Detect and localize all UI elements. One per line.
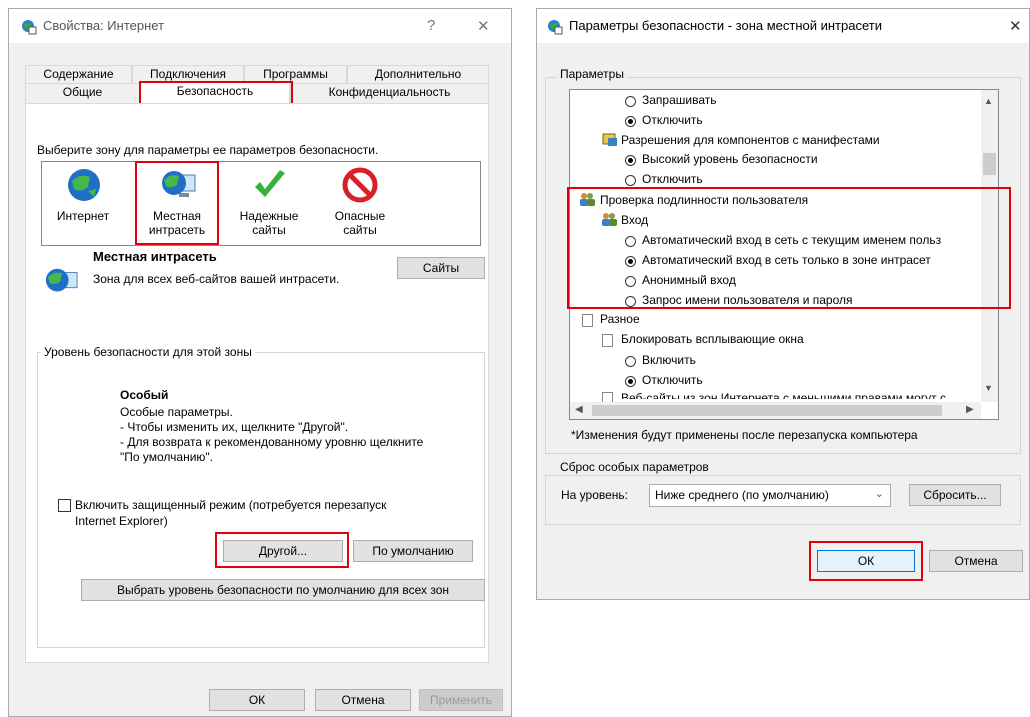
internet-globe-icon [68,169,100,201]
intranet-security-settings-window: Параметры безопасности - зона местной ин… [536,8,1030,600]
tree-item-user-auth: Проверка подлинности пользователя [600,193,809,207]
window-title: Параметры безопасности - зона местной ин… [569,18,882,33]
trusted-checkmark-icon [255,170,285,197]
level-name: Особый [120,388,169,402]
protected-mode-label-1: Включить защищенный режим (потребуется п… [75,498,387,512]
zone-description: Зона для всех веб-сайтов вашей интрасети… [93,272,340,286]
scroll-up-icon[interactable]: ▲ [984,96,993,106]
protected-mode-checkbox[interactable] [58,499,71,512]
sites-button[interactable]: Сайты [397,257,485,279]
tab-connections[interactable]: Подключения [132,65,244,83]
custom-level-button[interactable]: Другой... [223,540,343,562]
zone-title: Местная интрасеть [93,249,217,264]
internet-properties-window: Свойства: Интернет ? ✕ Содержание Подклю… [8,8,512,717]
tree-item-prompt: Запрашивать [642,93,717,107]
zone-intranet-label[interactable]: Местная интрасеть [144,209,210,237]
help-button[interactable]: ? [427,17,435,34]
logon-icon [602,213,617,226]
tree-item-misc: Разное [600,312,640,326]
params-group-label: Параметры [557,67,627,81]
radio-disable-2[interactable] [625,175,636,186]
tree-item-high-safety: Высокий уровень безопасности [642,152,818,166]
zone-restricted-line1: Опасные [334,209,386,223]
tab-general[interactable]: Общие [25,83,140,103]
zone-restricted-line2: сайты [343,223,377,237]
tree-item-auto-logon-current: Автоматический вход в сеть с текущим име… [642,233,942,247]
level-line-4: "По умолчанию". [120,450,214,464]
internet-options-icon [22,20,37,35]
ok-button[interactable]: ОК [817,550,915,572]
radio-auto-logon-current[interactable] [625,236,636,247]
misc-page-icon [582,314,593,327]
tab-programs[interactable]: Программы [244,65,347,83]
radio-prompt[interactable] [625,96,636,107]
level-line-1: Особые параметры. [120,405,233,419]
tree-item-prompt-credentials: Запрос имени пользователя и пароля [642,293,853,307]
reset-button[interactable]: Сбросить... [909,484,1001,506]
settings-tree[interactable]: Запрашивать Отключить Разрешения для ком… [569,89,999,420]
tree-item-logon: Вход [621,213,649,227]
intranet-globe-icon [162,171,196,197]
close-icon[interactable]: ✕ [477,17,490,35]
tab-privacy[interactable]: Конфиденциальность [290,83,489,103]
zone-intranet-line1: Местная [152,209,202,223]
zone-trusted-line1: Надежные [239,209,299,223]
radio-disable-1[interactable] [625,116,636,127]
protected-mode-label-2: Internet Explorer) [75,514,168,528]
apply-button[interactable]: Применить [419,689,503,711]
tree-item-manifest-permissions: Разрешения для компонентов с манифестами [621,133,880,147]
reset-level-label: На уровень: [561,488,629,502]
security-level-group-label: Уровень безопасности для этой зоны [41,345,255,359]
reset-group-label: Сброс особых параметров [557,460,712,474]
cancel-button[interactable]: Отмена [929,550,1023,572]
chevron-down-icon: ⌄ [874,488,884,500]
zone-trusted-line2: сайты [252,223,286,237]
zone-internet-label[interactable]: Интернет [51,209,115,223]
radio-high-safety[interactable] [625,155,636,166]
zone-intranet-line2: интрасеть [148,223,206,237]
cancel-button[interactable]: Отмена [315,689,411,711]
level-line-2: - Чтобы изменить их, щелкните "Другой". [120,420,349,434]
tab-content[interactable]: Содержание [25,65,132,83]
scroll-right-icon[interactable]: ▶ [966,404,974,415]
tree-item-enable: Включить [642,353,696,367]
tree-item-auto-logon-intranet: Автоматический вход в сеть только в зоне… [642,253,931,267]
tree-item-disable-2: Отключить [642,172,703,186]
tab-security[interactable]: Безопасность [140,82,290,104]
security-settings-icon [548,20,563,35]
scroll-left-icon[interactable]: ◀ [575,404,583,415]
selected-zone-icon [45,268,78,292]
close-icon[interactable]: ✕ [1009,17,1022,35]
user-auth-icon [580,193,595,206]
level-line-3: - Для возврата к рекомендованному уровню… [120,435,424,449]
reset-level-select[interactable]: Ниже среднего (по умолчанию) ⌄ [649,484,891,507]
restart-note: *Изменения будут применены после перезап… [571,428,918,442]
ok-button[interactable]: ОК [209,689,305,711]
tree-item-disable-1: Отключить [642,113,703,127]
radio-prompt-credentials[interactable] [625,296,636,307]
vertical-scrollbar[interactable] [981,90,998,402]
radio-disable-3[interactable] [625,376,636,387]
restricted-prohibit-icon [342,167,378,203]
window-title: Свойства: Интернет [43,18,165,33]
hscrollbar-thumb[interactable] [592,405,942,416]
tree-item-anonymous-logon: Анонимный вход [642,273,736,287]
radio-auto-logon-intranet[interactable] [625,256,636,267]
scrollbar-thumb[interactable] [983,153,996,175]
popup-page-icon [602,334,613,347]
tab-advanced[interactable]: Дополнительно [347,65,489,83]
reset-all-zones-button[interactable]: Выбрать уровень безопасности по умолчани… [81,579,485,601]
radio-anonymous-logon[interactable] [625,276,636,287]
zone-restricted-label[interactable]: Опасные сайты [325,209,395,237]
zone-trusted-label[interactable]: Надежные сайты [233,209,305,237]
radio-enable[interactable] [625,356,636,367]
zone-prompt: Выберите зону для параметры ее параметро… [37,143,379,157]
tree-item-disable-3: Отключить [642,373,703,387]
tree-item-block-popups: Блокировать всплывающие окна [621,332,804,346]
scroll-down-icon[interactable]: ▼ [984,383,993,393]
tree-item-websites-lower-privilege: Веб-сайты из зон Интернета с меньшими пр… [621,391,946,399]
default-level-button[interactable]: По умолчанию [353,540,473,562]
manifest-permissions-icon [602,133,617,146]
reset-level-value: Ниже среднего (по умолчанию) [655,488,829,502]
